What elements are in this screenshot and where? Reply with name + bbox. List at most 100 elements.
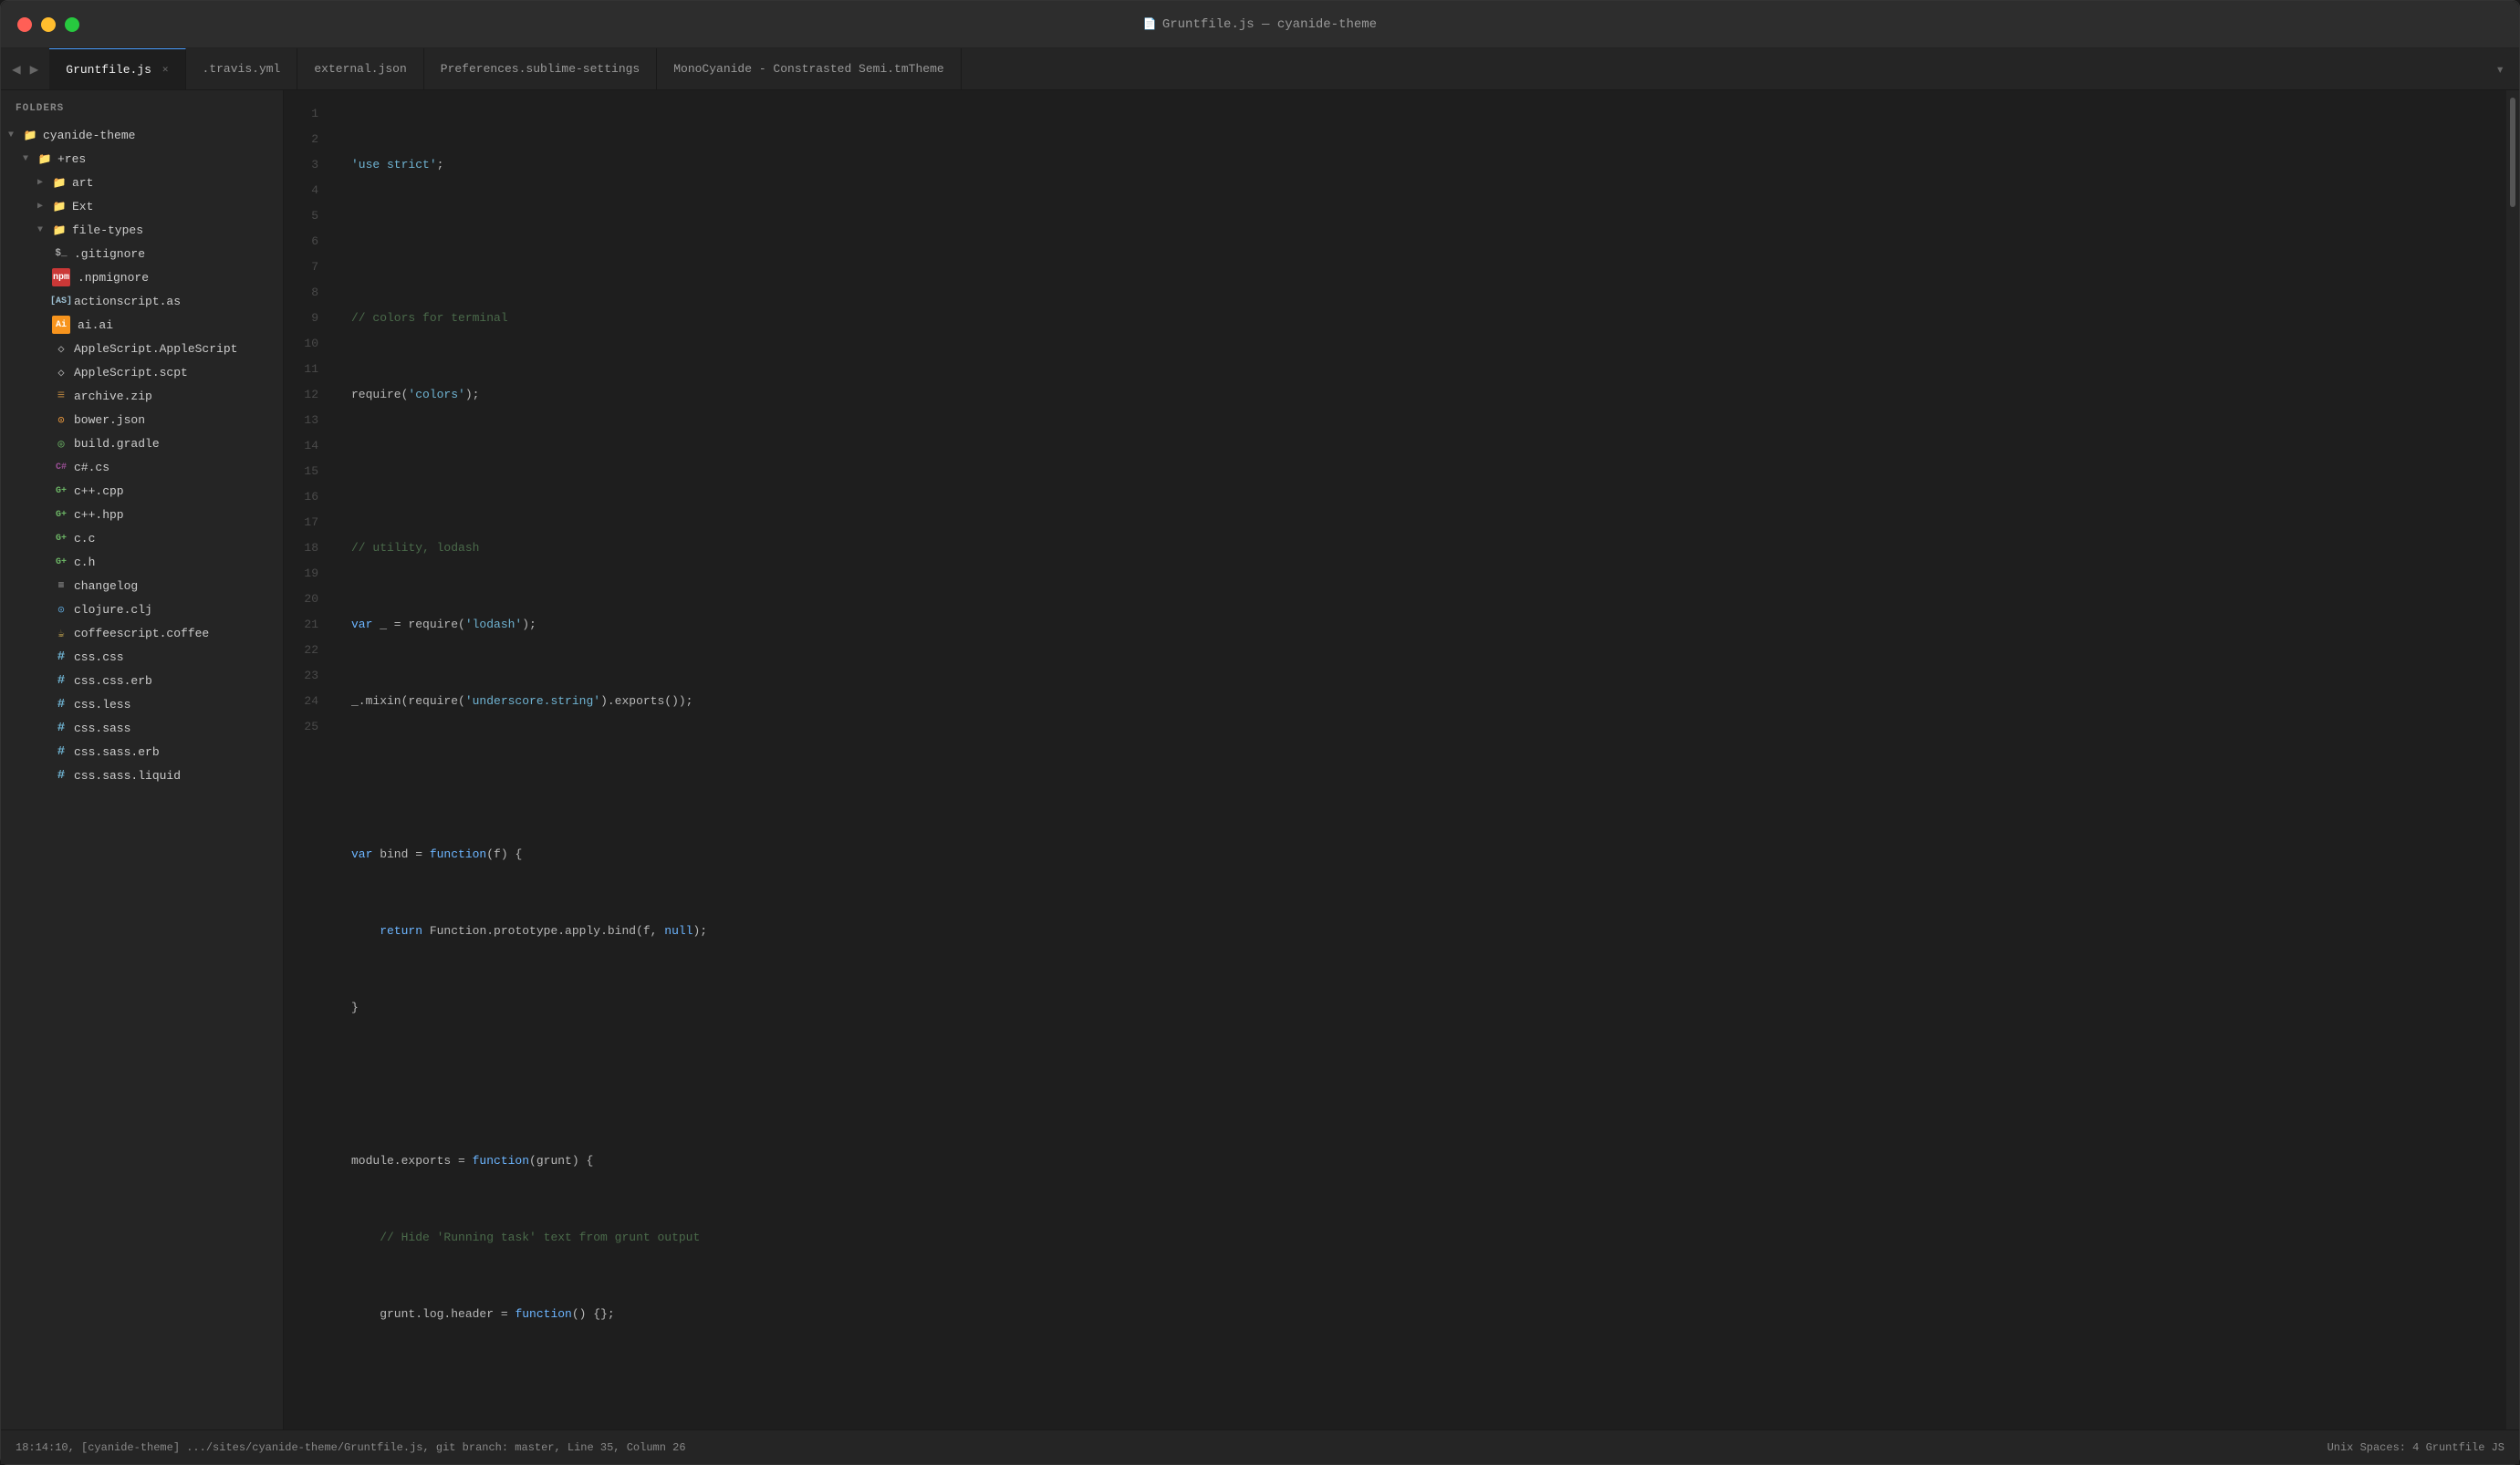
sidebar-item-cpp[interactable]: G+ c++.cpp bbox=[1, 479, 283, 503]
sidebar-item-label: file-types bbox=[72, 223, 143, 237]
sidebar-item-ai[interactable]: Ai ai.ai bbox=[1, 313, 283, 337]
sidebar-item-label: art bbox=[72, 176, 93, 190]
sidebar-item-css-erb[interactable]: # css.css.erb bbox=[1, 669, 283, 692]
sidebar-item-label: build.gradle bbox=[74, 437, 160, 451]
sidebar-item-applescript[interactable]: ◇ AppleScript.AppleScript bbox=[1, 337, 283, 360]
sidebar-item-root[interactable]: ▼ 📁 cyanide-theme bbox=[1, 123, 283, 147]
tab-label: external.json bbox=[314, 62, 406, 76]
file-icon: G+ bbox=[52, 553, 70, 571]
code-line-14: module.exports = function(grunt) { bbox=[333, 1148, 2506, 1174]
scrollbar-thumb[interactable] bbox=[2510, 98, 2515, 207]
code-content[interactable]: 'use strict'; // colors for terminal req… bbox=[333, 90, 2506, 1429]
file-icon: G+ bbox=[52, 505, 70, 524]
sidebar-item-label: .npmignore bbox=[78, 271, 149, 285]
sidebar-item-bower[interactable]: ⊙ bower.json bbox=[1, 408, 283, 431]
code-area[interactable]: 1 2 3 4 5 6 7 8 9 10 11 12 13 14 15 16 1 bbox=[284, 90, 2519, 1429]
code-line-7: var _ = require('lodash'); bbox=[333, 612, 2506, 638]
line-number: 20 bbox=[284, 587, 318, 612]
code-line-9 bbox=[333, 765, 2506, 791]
sidebar-item-gradle[interactable]: ◎ build.gradle bbox=[1, 431, 283, 455]
window-title: 📄 Gruntfile.js — cyanide-theme bbox=[1143, 17, 1377, 32]
sidebar-item-coffee[interactable]: ☕ coffeescript.coffee bbox=[1, 621, 283, 645]
file-icon: ≡ bbox=[52, 387, 70, 405]
sidebar-item-res[interactable]: ▼ 📁 +res bbox=[1, 147, 283, 171]
sidebar-item-changelog[interactable]: ≡ changelog bbox=[1, 574, 283, 597]
tab-label: .travis.yml bbox=[203, 62, 281, 76]
sidebar-item-label: css.less bbox=[74, 698, 130, 712]
sidebar-item-hpp[interactable]: G+ c++.hpp bbox=[1, 503, 283, 526]
nav-back-button[interactable]: ◀ bbox=[8, 58, 25, 80]
sidebar-item-npmignore[interactable]: npm .npmignore bbox=[1, 265, 283, 289]
minimize-button[interactable] bbox=[41, 17, 56, 32]
sidebar-item-ext[interactable]: ▶ 📁 Ext bbox=[1, 194, 283, 218]
file-icon: ◇ bbox=[52, 363, 70, 381]
sidebar-item-sass-erb[interactable]: # css.sass.erb bbox=[1, 740, 283, 764]
tab-dropdown-button[interactable]: ▾ bbox=[2481, 48, 2519, 89]
statusbar: 18:14:10, [cyanide-theme] .../sites/cyan… bbox=[1, 1429, 2519, 1464]
file-icon: [AS] bbox=[52, 292, 70, 310]
tab-monocyanide[interactable]: MonoCyanide - Constrasted Semi.tmTheme bbox=[657, 48, 961, 89]
line-number: 18 bbox=[284, 535, 318, 561]
line-number: 11 bbox=[284, 357, 318, 382]
tab-label: Preferences.sublime-settings bbox=[441, 62, 640, 76]
line-number: 1 bbox=[284, 101, 318, 127]
tab-label: MonoCyanide - Constrasted Semi.tmTheme bbox=[673, 62, 943, 76]
code-line-17 bbox=[333, 1378, 2506, 1404]
close-button[interactable] bbox=[17, 17, 32, 32]
folder-icon: 📁 bbox=[50, 197, 68, 215]
sidebar-item-label: css.sass.liquid bbox=[74, 769, 181, 783]
sidebar-item-cc[interactable]: G+ c.c bbox=[1, 526, 283, 550]
tab-close-button[interactable]: ✕ bbox=[162, 63, 169, 76]
sidebar-item-sass-liquid[interactable]: # css.sass.liquid bbox=[1, 764, 283, 787]
scrollbar[interactable] bbox=[2506, 90, 2519, 1429]
line-number: 7 bbox=[284, 255, 318, 280]
main-area: FOLDERS ▼ 📁 cyanide-theme ▼ 📁 +res ▶ 📁 bbox=[1, 90, 2519, 1429]
file-icon: ◎ bbox=[52, 434, 70, 452]
sidebar-item-gitignore[interactable]: $_ .gitignore bbox=[1, 242, 283, 265]
statusbar-left: 18:14:10, [cyanide-theme] .../sites/cyan… bbox=[16, 1441, 686, 1454]
tab-gruntfile[interactable]: Gruntfile.js ✕ bbox=[49, 48, 185, 89]
sidebar-item-archive[interactable]: ≡ archive.zip bbox=[1, 384, 283, 408]
sidebar-item-label: css.sass.erb bbox=[74, 745, 160, 759]
sidebar-item-label: changelog bbox=[74, 579, 138, 593]
file-icon: # bbox=[52, 648, 70, 666]
sidebar-item-sass[interactable]: # css.sass bbox=[1, 716, 283, 740]
file-icon: # bbox=[52, 695, 70, 713]
code-line-16: grunt.log.header = function() {}; bbox=[333, 1302, 2506, 1327]
folder-icon: 📁 bbox=[36, 150, 54, 168]
line-number: 25 bbox=[284, 714, 318, 740]
sidebar-item-label: clojure.clj bbox=[74, 603, 152, 617]
sidebar-item-label: c++.hpp bbox=[74, 508, 124, 522]
file-icon: # bbox=[52, 671, 70, 690]
sidebar-item-actionscript[interactable]: [AS] actionscript.as bbox=[1, 289, 283, 313]
code-line-4: require('colors'); bbox=[333, 382, 2506, 408]
file-icon: G+ bbox=[52, 482, 70, 500]
line-number: 8 bbox=[284, 280, 318, 306]
maximize-button[interactable] bbox=[65, 17, 79, 32]
sidebar-item-ch[interactable]: G+ c.h bbox=[1, 550, 283, 574]
sidebar-item-filetypes[interactable]: ▼ 📁 file-types bbox=[1, 218, 283, 242]
file-icon: # bbox=[52, 719, 70, 737]
tab-external[interactable]: external.json bbox=[297, 48, 423, 89]
sidebar-item-label: AppleScript.scpt bbox=[74, 366, 188, 379]
sidebar-item-csharp[interactable]: C# c#.cs bbox=[1, 455, 283, 479]
sidebar-item-less[interactable]: # css.less bbox=[1, 692, 283, 716]
file-icon: npm bbox=[52, 268, 70, 286]
nav-forward-button[interactable]: ▶ bbox=[26, 58, 43, 80]
sidebar-item-label: c++.cpp bbox=[74, 484, 124, 498]
folder-arrow-icon: ▼ bbox=[8, 130, 21, 140]
line-number: 12 bbox=[284, 382, 318, 408]
file-icon: G+ bbox=[52, 529, 70, 547]
file-icon: ☕ bbox=[52, 624, 70, 642]
sidebar-item-css[interactable]: # css.css bbox=[1, 645, 283, 669]
tab-preferences[interactable]: Preferences.sublime-settings bbox=[424, 48, 657, 89]
tab-travis[interactable]: .travis.yml bbox=[186, 48, 298, 89]
line-numbers: 1 2 3 4 5 6 7 8 9 10 11 12 13 14 15 16 1 bbox=[284, 90, 333, 1429]
sidebar-item-label: cyanide-theme bbox=[43, 129, 135, 142]
sidebar-header: FOLDERS bbox=[1, 90, 283, 123]
sidebar-item-label: c.h bbox=[74, 556, 95, 569]
sidebar-item-clojure[interactable]: ⊙ clojure.clj bbox=[1, 597, 283, 621]
tab-label: Gruntfile.js bbox=[66, 63, 151, 77]
sidebar-item-art[interactable]: ▶ 📁 art bbox=[1, 171, 283, 194]
sidebar-item-applescript-scpt[interactable]: ◇ AppleScript.scpt bbox=[1, 360, 283, 384]
